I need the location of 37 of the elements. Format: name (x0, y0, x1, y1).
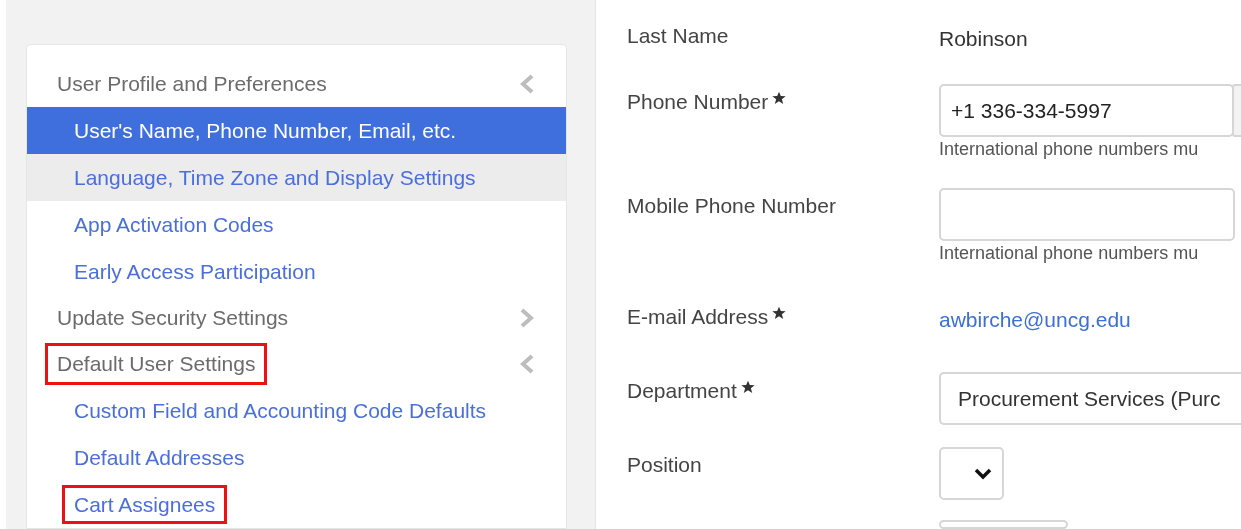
chevron-right-icon[interactable] (520, 308, 534, 328)
phone-input-field[interactable]: +1 336-334-5997 (939, 84, 1234, 137)
department-select[interactable]: Procurement Services (Purc (939, 372, 1241, 425)
help-text: International phone numbers mu (939, 138, 1200, 161)
chevron-left-icon[interactable] (520, 74, 534, 94)
phone-input-field[interactable] (939, 188, 1235, 241)
sidebar-item[interactable]: Early Access Participation (27, 248, 566, 295)
position-dropdown[interactable] (939, 447, 1004, 500)
input-field[interactable] (939, 520, 1068, 529)
sidebar-link[interactable]: App Activation Codes (74, 208, 274, 241)
section-heading[interactable]: Update Security Settings (57, 302, 289, 334)
sidebar-item[interactable]: Custom Field and Accounting Code Defaults (27, 387, 566, 434)
sidebar-item[interactable]: User's Name, Phone Number, Email, etc. (27, 107, 566, 154)
sidebar-item[interactable]: Cart Assignees (27, 481, 566, 528)
section-heading[interactable]: User Profile and Preferences (57, 68, 327, 100)
field-label: E-mail Address (627, 304, 769, 330)
field-value: Robinson (939, 26, 1029, 52)
sidebar-link[interactable]: Early Access Participation (74, 255, 316, 288)
sidebar-item[interactable]: App Activation Codes (27, 201, 566, 248)
sidebar-link[interactable]: Custom Field and Accounting Code Defaults (74, 394, 487, 427)
sidebar-link[interactable]: Language, Time Zone and Display Settings (74, 161, 476, 194)
sidebar-link[interactable]: User's Name, Phone Number, Email, etc. (74, 114, 457, 147)
sidebar-link[interactable]: Default Addresses (74, 441, 245, 474)
field-label: Department (627, 378, 737, 404)
field-label: Mobile Phone Number (627, 193, 836, 219)
phone-addon[interactable] (1232, 84, 1241, 137)
section-heading[interactable]: Default User Settings (45, 343, 268, 385)
sidebar-item[interactable]: Language, Time Zone and Display Settings (27, 154, 566, 201)
email-link[interactable]: awbirche@uncg.edu (939, 304, 1241, 336)
field-label: Phone Number (627, 89, 769, 115)
sidebar-item[interactable]: Default Addresses (27, 434, 566, 481)
chevron-down-icon (974, 467, 992, 480)
chevron-left-icon[interactable] (520, 354, 534, 374)
field-label: Last Name (627, 23, 729, 49)
help-text: International phone numbers mu (939, 242, 1200, 265)
field-label: Position (627, 452, 702, 478)
sidebar-link[interactable]: Cart Assignees (62, 484, 228, 525)
